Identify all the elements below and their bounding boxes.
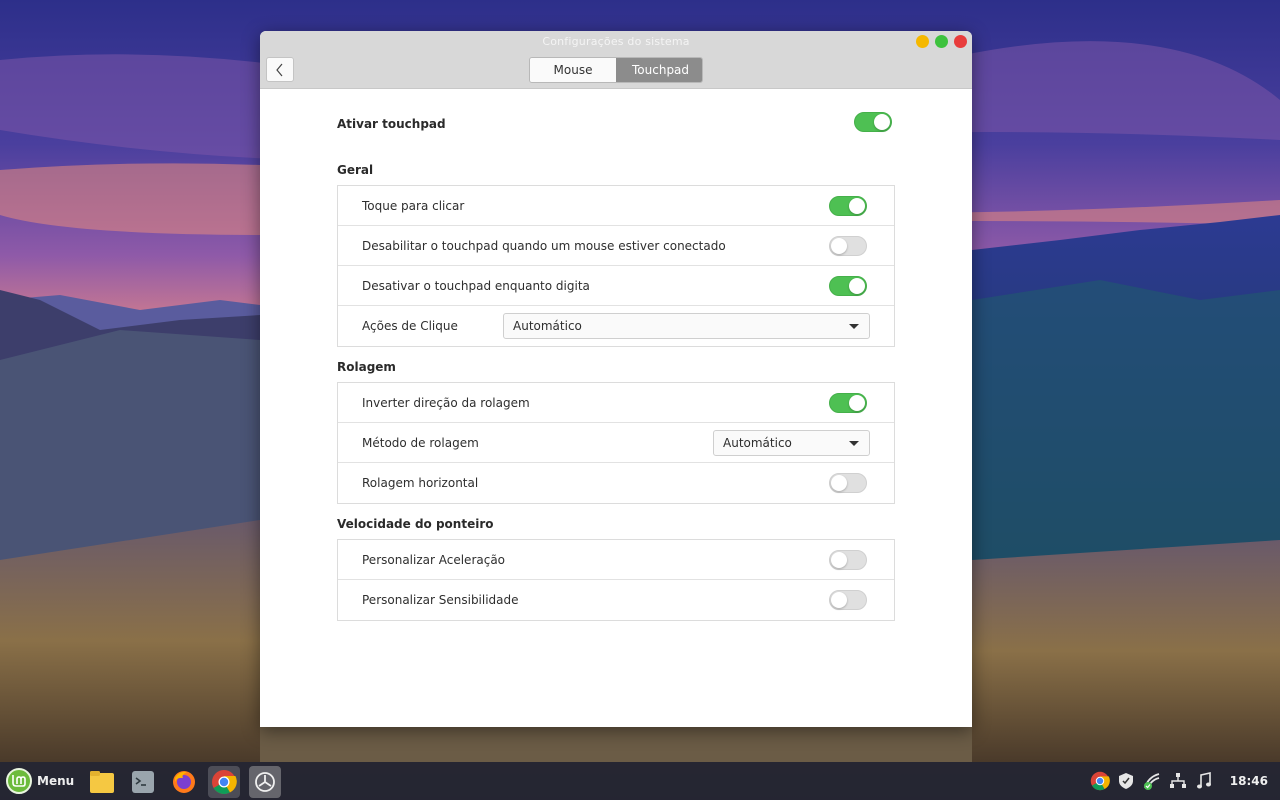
files-icon	[90, 771, 114, 793]
menu-label: Menu	[37, 774, 75, 788]
toggle-knob	[831, 238, 847, 254]
setting-row-custom-acceleration: Personalizar Aceleração	[338, 540, 894, 580]
window-titlebar[interactable]: Configurações do sistema Mouse Touchpad	[260, 31, 972, 89]
reverse-scroll-toggle[interactable]	[829, 393, 867, 413]
chrome-launcher[interactable]	[208, 766, 240, 798]
toggle-knob	[831, 475, 847, 491]
tray-shield-button[interactable]	[1114, 769, 1138, 793]
caret-down-icon	[849, 441, 859, 446]
setting-label: Personalizar Aceleração	[362, 552, 506, 567]
setting-label: Toque para clicar	[362, 198, 465, 213]
section-title-rolagem: Rolagem	[337, 360, 396, 374]
disable-with-mouse-toggle[interactable]	[829, 236, 867, 256]
section-title-velocidade: Velocidade do ponteiro	[337, 517, 494, 531]
rolagem-card: Inverter direção da rolagem Método de ro…	[337, 382, 895, 504]
minimize-button[interactable]	[916, 35, 929, 48]
terminal-icon	[132, 771, 154, 793]
setting-row-disable-while-typing: Desativar o touchpad enquanto digita	[338, 266, 894, 306]
window-title: Configurações do sistema	[542, 35, 690, 48]
terminal-launcher[interactable]	[127, 766, 159, 798]
window-controls	[916, 35, 967, 48]
tap-to-click-toggle[interactable]	[829, 196, 867, 216]
setting-label: Método de rolagem	[362, 435, 479, 450]
update-manager-icon	[1143, 773, 1160, 790]
music-icon	[1196, 772, 1211, 789]
chrome-icon	[212, 770, 237, 795]
custom-acceleration-toggle[interactable]	[829, 550, 867, 570]
setting-row-custom-sensitivity: Personalizar Sensibilidade	[338, 580, 894, 620]
setting-row-reverse-scroll: Inverter direção da rolagem	[338, 383, 894, 423]
close-button[interactable]	[954, 35, 967, 48]
toggle-knob	[849, 395, 865, 411]
tab-mouse[interactable]: Mouse	[530, 58, 616, 82]
tray-network-button[interactable]	[1166, 769, 1190, 793]
select-value: Automático	[513, 319, 582, 333]
setting-row-scroll-method: Método de rolagem Automático	[338, 423, 894, 463]
setting-label: Rolagem horizontal	[362, 476, 479, 490]
tab-switcher: Mouse Touchpad	[529, 57, 703, 83]
firefox-icon	[173, 771, 195, 793]
tray-sound-button[interactable]	[1192, 769, 1216, 793]
clock[interactable]: 18:46	[1230, 774, 1268, 788]
setting-label: Personalizar Sensibilidade	[362, 593, 519, 607]
disable-while-typing-toggle[interactable]	[829, 276, 867, 296]
files-launcher[interactable]	[86, 766, 118, 798]
tray-update-manager-button[interactable]	[1140, 769, 1164, 793]
back-button[interactable]	[266, 57, 294, 82]
toggle-knob	[831, 592, 847, 608]
setting-label: Desativar o touchpad enquanto digita	[362, 278, 590, 293]
click-actions-select[interactable]: Automático	[503, 313, 870, 339]
toggle-knob	[831, 552, 847, 568]
menu-button[interactable]: Menu	[6, 762, 74, 800]
setting-row-click-actions: Ações de Clique Automático	[338, 306, 894, 346]
velocidade-card: Personalizar Aceleração Personalizar Sen…	[337, 539, 895, 621]
horizontal-scroll-toggle[interactable]	[829, 473, 867, 493]
setting-label: Desabilitar o touchpad quando um mouse e…	[362, 238, 726, 253]
system-tray: 18:46	[1086, 762, 1280, 800]
tab-touchpad[interactable]: Touchpad	[616, 58, 702, 82]
scroll-method-select[interactable]: Automático	[713, 430, 870, 456]
settings-content: Ativar touchpad Geral Toque para clicar …	[260, 89, 972, 727]
taskbar: Menu 18:46	[0, 762, 1280, 800]
setting-row-tap-to-click: Toque para clicar	[338, 186, 894, 226]
geral-card: Toque para clicar Desabilitar o touchpad…	[337, 185, 895, 347]
tray-chrome-button[interactable]	[1088, 769, 1112, 793]
chevron-left-icon	[276, 63, 283, 76]
shield-icon	[1118, 773, 1133, 789]
section-title-geral: Geral	[337, 163, 374, 177]
toggle-knob	[874, 114, 890, 130]
chrome-icon	[1090, 771, 1110, 791]
firefox-launcher[interactable]	[168, 766, 200, 798]
toggle-knob	[849, 278, 865, 294]
maximize-button[interactable]	[935, 35, 948, 48]
toggle-knob	[849, 198, 865, 214]
linux-mint-logo-icon	[6, 768, 32, 794]
system-settings-icon	[255, 772, 275, 792]
enable-touchpad-label: Ativar touchpad	[337, 117, 446, 131]
system-settings-window: Configurações do sistema Mouse Touchpad …	[260, 31, 972, 727]
system-settings-launcher[interactable]	[249, 766, 281, 798]
setting-label: Inverter direção da rolagem	[362, 395, 530, 410]
custom-sensitivity-toggle[interactable]	[829, 590, 867, 610]
enable-touchpad-toggle[interactable]	[854, 112, 892, 132]
setting-row-disable-with-mouse: Desabilitar o touchpad quando um mouse e…	[338, 226, 894, 266]
caret-down-icon	[849, 324, 859, 329]
network-icon	[1169, 773, 1186, 788]
select-value: Automático	[723, 436, 792, 450]
setting-row-horizontal-scroll: Rolagem horizontal	[338, 463, 894, 503]
setting-label: Ações de Clique	[362, 319, 458, 333]
